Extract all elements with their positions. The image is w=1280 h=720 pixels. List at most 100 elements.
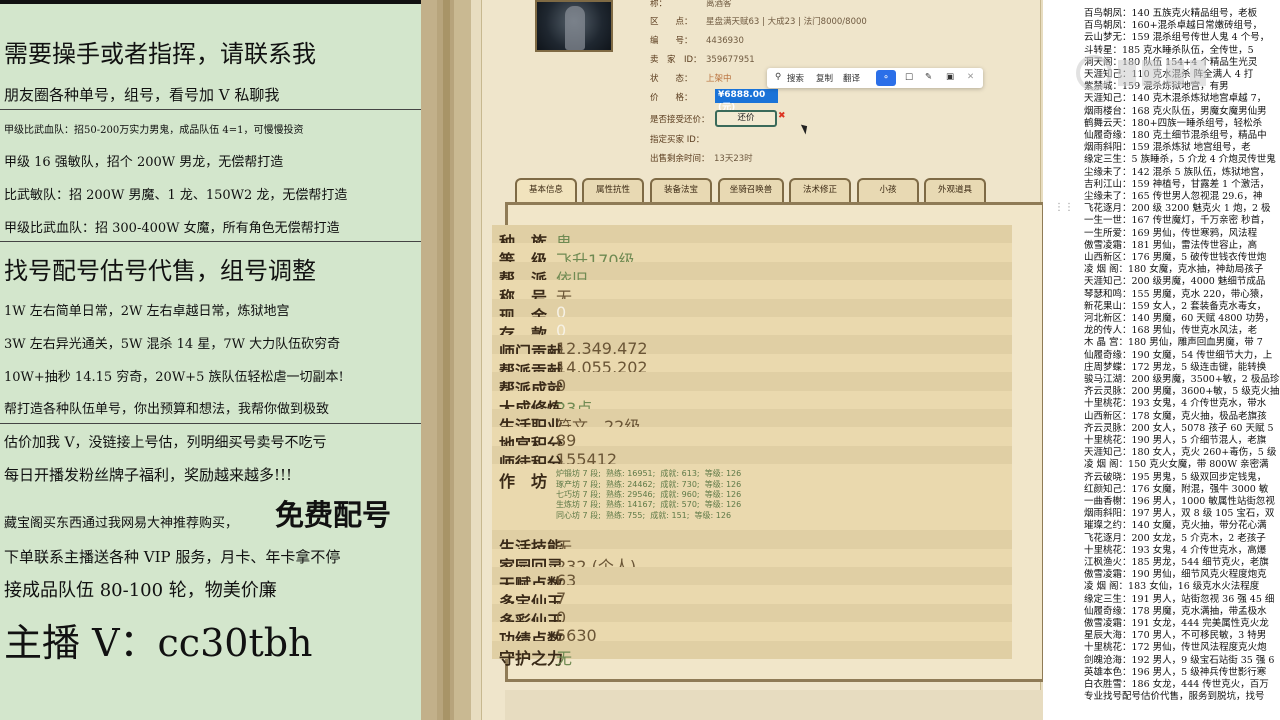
drag-handle-icon[interactable]: ⋮⋮ — [1054, 202, 1074, 213]
attribute-key: 守护之力 — [499, 648, 564, 668]
promo-line-14: 藏宝阁买东西通过我网易大神推荐购买， — [4, 516, 239, 531]
info-row-time: 出售剩余时间： 13天23时 — [650, 152, 753, 164]
promo-line-1: 需要操手或者指挥，请联系我 — [4, 40, 316, 68]
promo-line-8: 1W 左右简单日常，2W 左右卓越日常，炼狱地宫 — [4, 304, 290, 319]
attribute-row: 种 族鬼 — [492, 225, 1012, 252]
character-portrait — [535, 0, 613, 52]
price-value[interactable]: ¥6888.00 (元) — [715, 89, 778, 113]
info-value: 359677951 — [706, 55, 755, 65]
info-value: 上架中 — [706, 74, 732, 84]
info-value: 星盘满天赋63 | 大成23 | 法门8000/8000 — [706, 17, 867, 27]
craft-line: 琢产坊 7 段; 熟练: 24462; 成就: 730; 等级: 126 — [556, 479, 742, 489]
tab-appearance[interactable]: 外观道具 — [924, 178, 986, 202]
promo-line-12: 估价加我 V，没链接上号估，列明细买号卖号不吃亏 — [4, 435, 327, 451]
account-list-panel: 百鸟朝凤：140 五族克火精品组号，老板 百鸟朝凤：160+混杀卓越日常嫩砖组号，… — [1078, 0, 1280, 720]
free-match-headline: 免费配号 — [275, 498, 392, 532]
info-row-haggle: 是否接受还价： — [650, 113, 710, 125]
edit-icon[interactable]: ✎ — [925, 72, 932, 82]
tab-mounts-pets[interactable]: 坐骑召唤兽 — [718, 178, 784, 202]
promo-line-17: 接成品队伍 80-100 轮，物美价廉 — [4, 580, 277, 601]
attribute-row: 功绩点数5630 — [492, 622, 1012, 649]
promo-line-4: 甲级 16 强敏队，招个 200W 男龙，无偿帮打造 — [4, 155, 284, 170]
info-row-server: 区 点： 星盘满天赋63 | 大成23 | 法门8000/8000 — [650, 15, 867, 27]
info-value: 4436930 — [706, 36, 744, 46]
attribute-row: 等 级飞升170级 — [492, 243, 1012, 270]
tab-spell-mods[interactable]: 法术修正 — [789, 178, 851, 202]
attribute-row: 生活技能无 — [492, 530, 1012, 557]
selection-toolbar: ⚲ 搜索 复制 翻译 ⚬ □ ✎ ▣ ✕ — [767, 68, 983, 88]
info-row-id: 编 号： 4436930 — [650, 34, 744, 46]
promo-line-6: 甲级比武血队：招 300-400W 女魔，所有角色无偿帮打造 — [4, 221, 340, 236]
attribute-row: 守护之力无 — [492, 640, 1012, 668]
divider-rule — [0, 241, 421, 242]
attribute-row: 生活职业符文，22级 — [492, 409, 1012, 436]
craft-line: 七巧坊 7 段; 熟练: 29546; 成就: 960; 等级: 126 — [556, 489, 742, 499]
attribute-row: 天赋点数63 — [492, 567, 1012, 594]
info-key: 区 点： — [650, 17, 693, 27]
promo-line-10: 10W+抽秒 14.15 穷奇，20W+5 族队伍轻松虐一切副本! — [4, 370, 344, 385]
copy-button[interactable]: 复制 — [816, 72, 833, 84]
close-icon[interactable]: ✕ — [967, 72, 974, 82]
divider-rule — [0, 423, 421, 424]
attribute-row: 师徒积分155412 — [492, 445, 1012, 473]
info-key: 价 格： — [650, 93, 693, 103]
info-row-seller: 卖 家 ID： 359677951 — [650, 53, 755, 65]
attribute-key: 作 坊 — [499, 472, 548, 492]
info-value: 离酒客 — [706, 0, 732, 9]
promo-line-3: 甲级比武血队：招50-200万实力男鬼，成品队伍 4=1，可慢慢投资 — [4, 125, 304, 136]
info-key: 是否接受还价： — [650, 115, 710, 125]
craft-line: 炉锻坊 7 段; 熟练: 16951; 成就: 613; 等级: 126 — [556, 469, 742, 479]
mouse-cursor-icon — [800, 122, 811, 135]
promo-line-7: 找号配号估号代售，组号调整 — [4, 257, 316, 285]
screenshot-icon[interactable]: ▣ — [946, 72, 954, 82]
window-divider — [421, 0, 471, 720]
info-row-buyer: 指定买家 ID： — [650, 133, 704, 145]
info-row-status: 状 态： 上架中 — [650, 72, 732, 84]
promo-line-16: 下单联系主播送各种 VIP 服务，月卡、年卡拿不停 — [4, 548, 341, 566]
craft-line: 生炼坊 7 段; 熟练: 14167; 成就: 570; 等级: 126 — [556, 500, 742, 510]
streamer-contact: 主播 V：cc30tbh — [4, 621, 313, 665]
promo-line-2: 朋友圈各种单号，组号，看号加 V 私聊我 — [4, 86, 280, 104]
top-rule — [0, 0, 421, 4]
tab-children[interactable]: 小孩 — [857, 178, 919, 202]
attribute-row: 称 号无 — [492, 280, 1012, 307]
info-key: 编 号： — [650, 36, 693, 46]
info-key: 称： — [650, 0, 668, 9]
info-key: 状 态： — [650, 74, 693, 84]
search-icon[interactable]: ⚲ — [775, 72, 781, 82]
ai-icon[interactable]: ⚬ — [876, 70, 896, 86]
attribute-row: 帮派贡献14,055,202 — [492, 353, 1012, 381]
account-note-line: 专业找号配号估价代售，服务到脱坑，找号 — [1084, 691, 1265, 703]
tab-attributes[interactable]: 属性抗性 — [582, 178, 644, 202]
close-icon[interactable]: ✖ — [778, 111, 786, 121]
attribute-row: 多宝仙玉7 — [492, 585, 1012, 612]
search-button[interactable]: 搜索 — [787, 72, 804, 84]
info-row-name: 称： 离酒客 — [650, 0, 732, 9]
info-key: 指定买家 ID： — [650, 135, 705, 145]
tab-basic-info[interactable]: 基本信息 — [515, 178, 577, 202]
info-key: 出售剩余时间： — [650, 154, 710, 164]
attribute-row: 帮 派依旧 — [492, 261, 1012, 289]
attribute-row: 帮派成就0 — [492, 372, 1012, 399]
translate-button[interactable]: 翻译 — [843, 72, 860, 84]
tab-equipment[interactable]: 装备法宝 — [650, 178, 712, 202]
attribute-row: 现 金0 — [492, 298, 1012, 326]
promo-line-5: 比武敏队：招 200W 男魔、1 龙、150W2 龙，无偿帮打造 — [4, 188, 348, 203]
attribute-row: 地宫积分89 — [492, 427, 1012, 454]
page-footer-strip — [505, 690, 1045, 720]
info-value: 13天23时 — [714, 154, 753, 164]
attribute-value: 无 — [556, 648, 573, 668]
scroll-gutter — [1043, 0, 1078, 720]
attribute-row: 家园回灵232 (个人) — [492, 548, 1012, 576]
attribute-row: 多彩仙玉0 — [492, 603, 1012, 631]
haggle-button[interactable]: 还价 — [715, 110, 777, 127]
craft-line: 同心坊 7 段; 熟练: 755; 成就: 151; 等级: 126 — [556, 510, 732, 520]
bookmark-icon[interactable]: □ — [905, 72, 913, 82]
watermark-logo-icon — [1076, 55, 1206, 91]
attribute-row: 师门贡献12,349,472 — [492, 335, 1012, 362]
info-row-price: 价 格： — [650, 91, 706, 103]
attribute-row: 存 款0 — [492, 317, 1012, 344]
promo-overlay-panel: 需要操手或者指挥，请联系我 朋友圈各种单号，组号，看号加 V 私聊我 甲级比武血… — [0, 0, 421, 720]
attribute-row: 大成修炼23点 — [492, 390, 1012, 418]
promo-line-9: 3W 左右异光通关，5W 混杀 14 星，7W 大力队伍砍穷奇 — [4, 337, 341, 352]
